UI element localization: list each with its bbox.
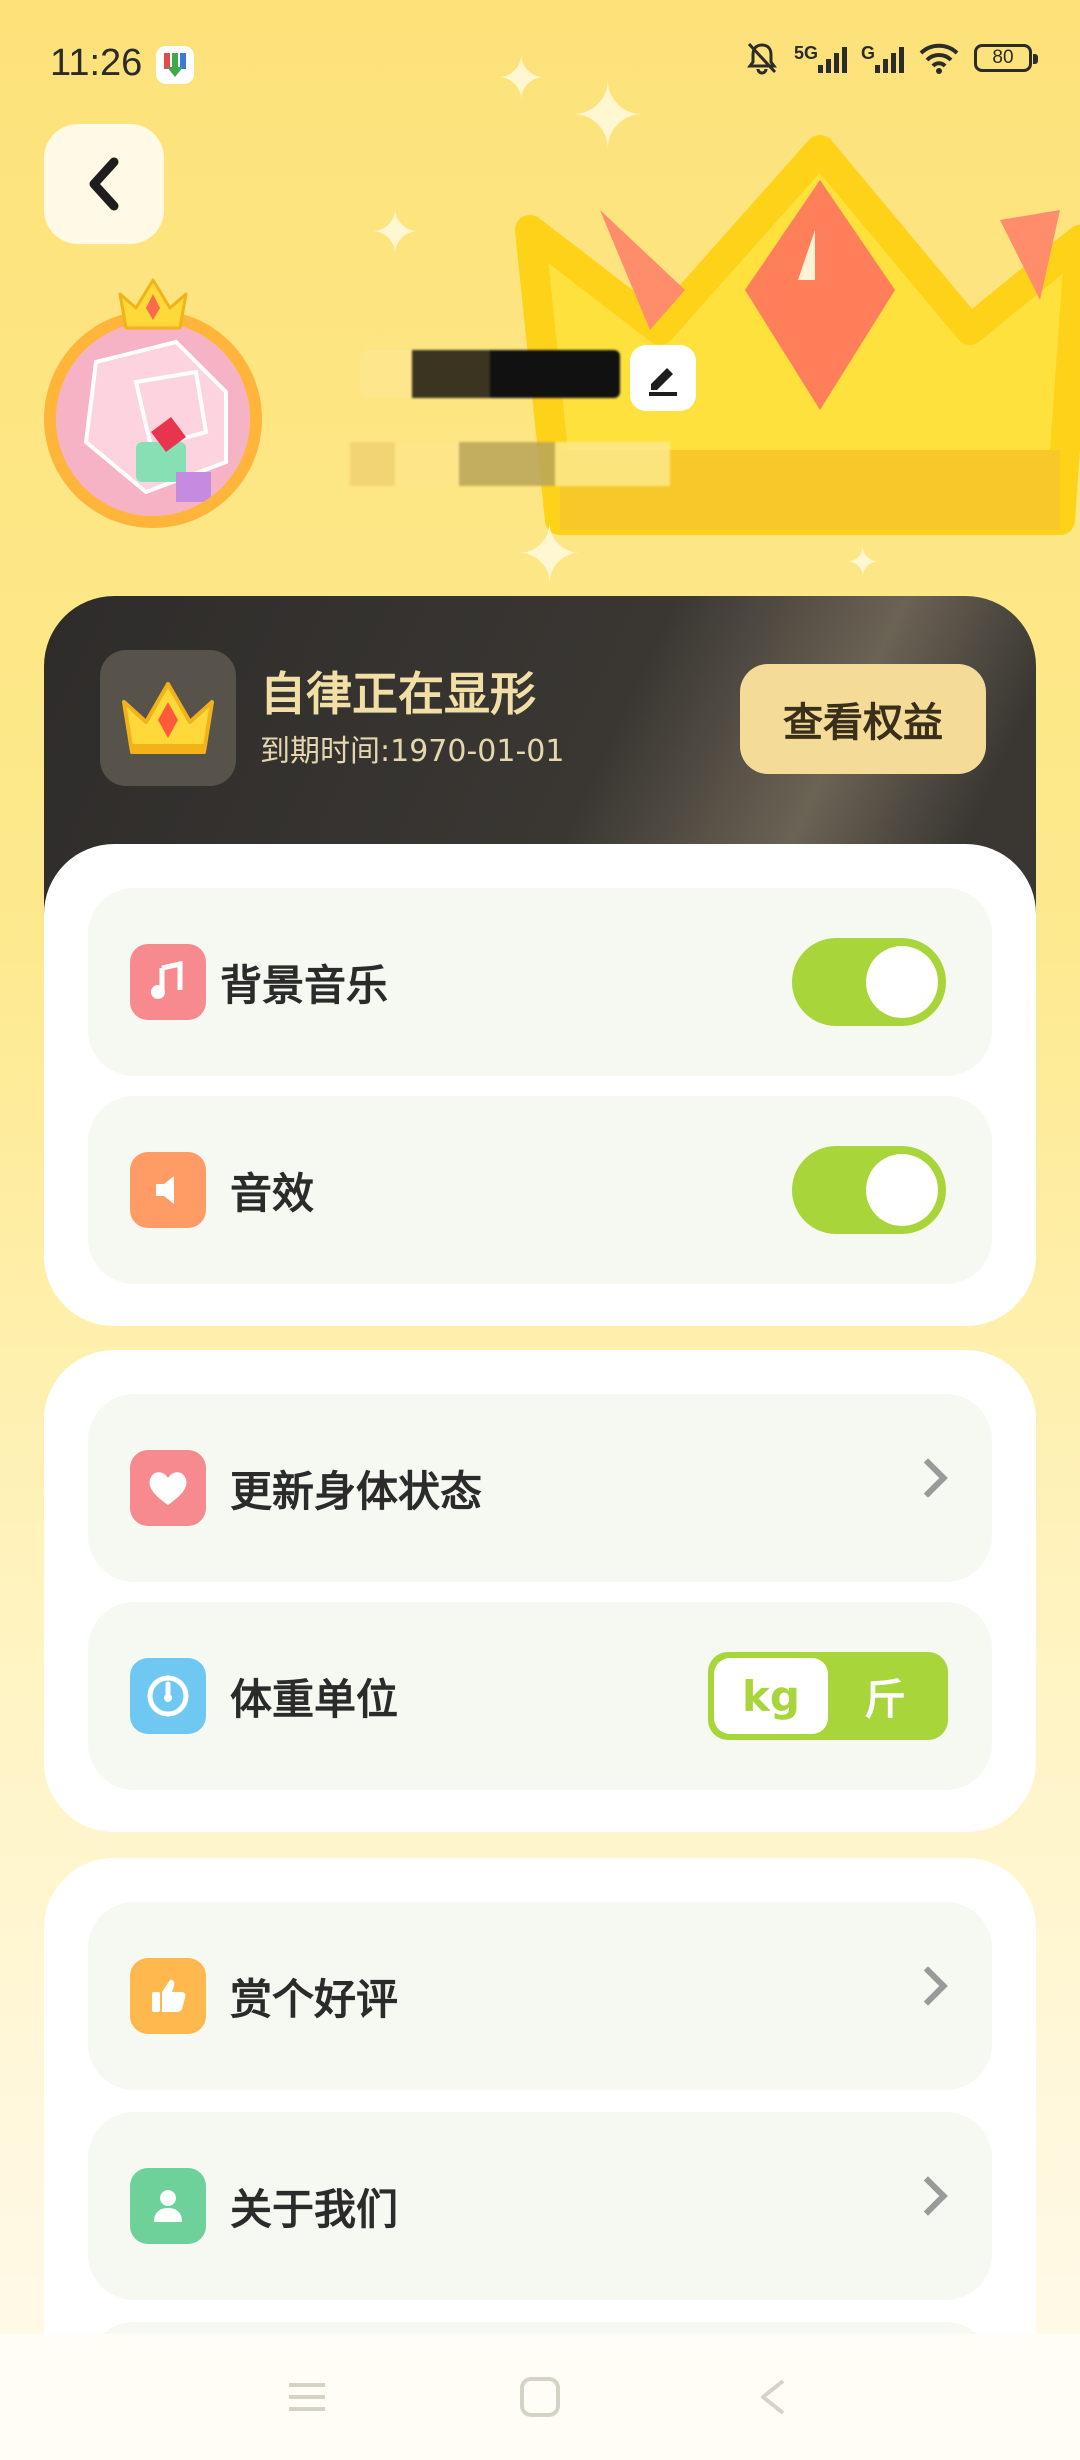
sparkle-icon: ✦ [846,540,880,586]
network-label-1: 5G [793,43,818,63]
rate-app-label: 赏个好评 [230,1975,399,2024]
back-triangle-icon[interactable] [743,2367,803,2427]
battery-icon: 80 [974,44,1038,72]
audio-settings-card: 背景音乐 音效 [44,844,1036,1326]
music-note-icon [130,944,206,1020]
mute-bell-icon [746,42,777,75]
crown-icon [118,278,188,330]
gauge-icon [130,1658,206,1734]
username-blurred [360,350,620,398]
status-icons: 5G G 80 [744,40,1038,76]
sparkle-icon: ✦ [370,198,421,268]
sparkle-icon: ✦ [570,64,646,169]
membership-expire: 到期时间:1970-01-01 [260,734,565,769]
edit-name-button[interactable] [630,345,696,411]
bg-music-label: 背景音乐 [220,961,389,1010]
pencil-icon [649,368,677,396]
network-label-2: G [860,43,875,63]
user-id-blurred [350,442,670,486]
status-time: 11:26 [50,42,143,84]
wifi-icon [919,43,959,74]
app-download-icon [156,46,194,84]
unit-option-kg[interactable]: kg [714,1658,828,1734]
sound-effect-label: 音效 [230,1169,315,1218]
toggle-knob [866,946,938,1018]
chevron-left-icon [89,157,119,211]
setting-row-bg-music: 背景音乐 [88,888,992,1076]
signal-icon-2: G [861,43,904,73]
membership-title: 自律正在显形 [260,667,536,721]
sound-effect-toggle[interactable] [792,1146,946,1234]
menu-icon[interactable] [277,2367,337,2427]
user-icon [130,2168,206,2244]
view-benefits-button[interactable]: 查看权益 [740,664,986,774]
about-us-label: 关于我们 [230,2185,399,2234]
setting-row-sound-effect: 音效 [88,1096,992,1284]
row-rate-app[interactable]: 赏个好评 [88,1902,992,2090]
row-weight-unit: 体重单位 kg 斤 [88,1602,992,1790]
system-nav-bar [0,2334,1080,2460]
avatar[interactable] [44,278,262,528]
body-settings-card: 更新身体状态 体重单位 kg 斤 [44,1350,1036,1832]
chevron-right-icon [908,1966,948,2006]
back-button[interactable] [44,124,164,244]
chevron-right-icon [908,1458,948,1498]
row-update-body-status[interactable]: 更新身体状态 [88,1394,992,1582]
chevron-right-icon [908,2176,948,2216]
bg-music-toggle[interactable] [792,938,946,1026]
crown-icon [100,650,236,786]
home-square-icon[interactable] [510,2367,570,2427]
heart-icon [130,1450,206,1526]
toggle-knob [866,1154,938,1226]
update-body-status-label: 更新身体状态 [230,1467,483,1516]
sparkle-icon: ✦ [516,508,584,601]
weight-unit-label: 体重单位 [230,1675,399,1724]
sparkle-icon: ✦ [496,44,547,114]
signal-icon: 5G [794,43,847,73]
thumbs-up-icon [130,1958,206,2034]
avatar-image [56,322,250,516]
speaker-icon [130,1152,206,1228]
weight-unit-switch[interactable]: kg 斤 [708,1652,948,1740]
unit-option-jin[interactable]: 斤 [828,1658,942,1734]
row-about-us[interactable]: 关于我们 [88,2112,992,2300]
